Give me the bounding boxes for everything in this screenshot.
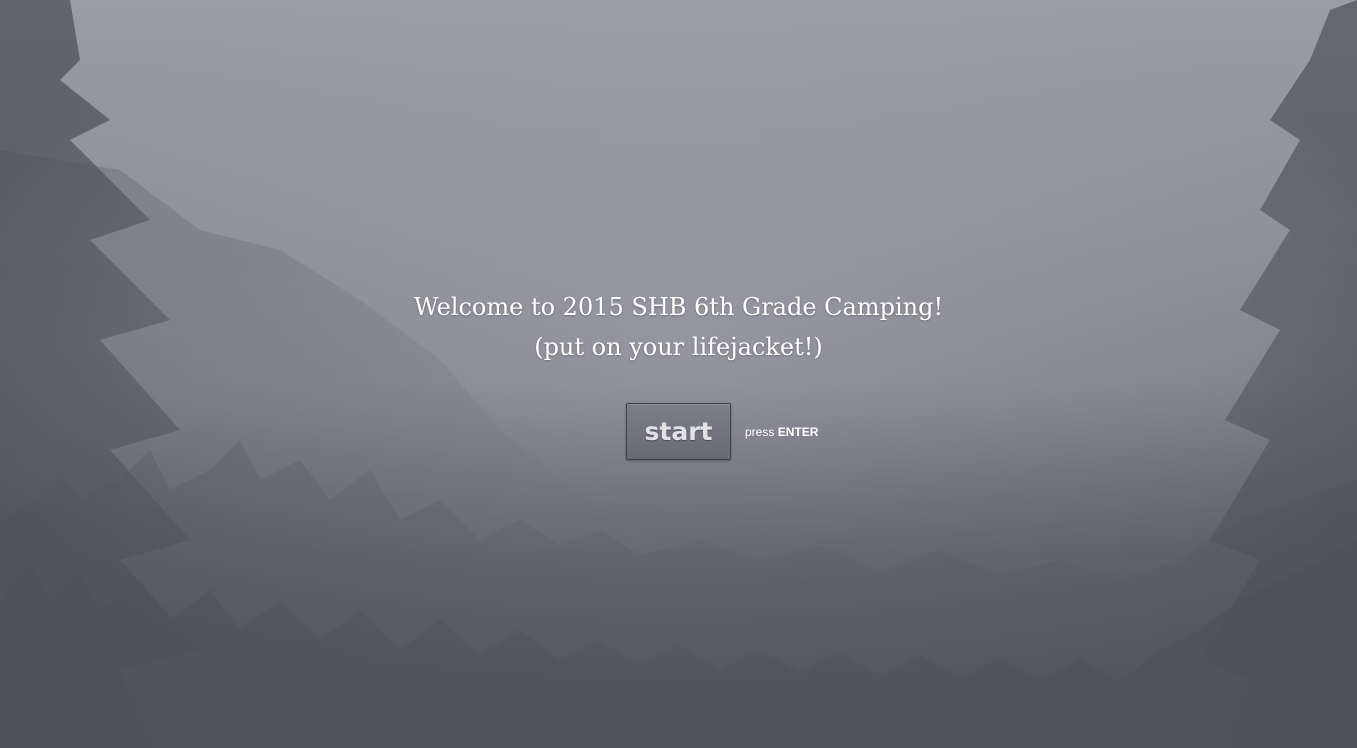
foggy-forest-background (0, 0, 1357, 748)
welcome-subtitle: (put on your lifejacket!) (534, 333, 823, 361)
hint-key: ENTER (777, 424, 819, 439)
welcome-title: Welcome to 2015 SHB 6th Grade Camping! (413, 293, 944, 321)
hint-prefix: press (745, 424, 775, 439)
start-button[interactable]: start (626, 403, 731, 460)
start-controls: start press ENTER (626, 403, 818, 460)
keyboard-hint: press ENTER (745, 425, 818, 439)
welcome-message: Welcome to 2015 SHB 6th Grade Camping! (… (0, 287, 1357, 367)
forest-silhouette (0, 0, 1357, 748)
